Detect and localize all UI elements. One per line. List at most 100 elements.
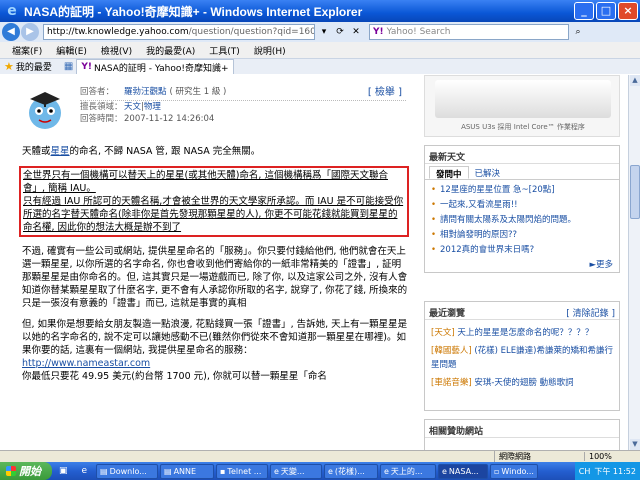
address-toolbar: ◀ ▶ http://tw.knowledge.yahoo.com/questi… [0,22,640,42]
menu-tools[interactable]: 工具(T) [209,44,240,57]
quick-launch: ▣ e [52,466,94,476]
list-item[interactable]: • 2012真的會世界末日嗎? [431,243,613,258]
stop-icon[interactable]: ✕ [349,24,363,40]
category-link-physics[interactable]: 物理 [144,101,161,113]
answer-paragraph-1: 天體或星星的命名, 不歸 NASA 管, 跟 NASA 完全無關。 [22,146,261,157]
list-item[interactable]: [韓國藝人] (花樣) ELE謙達)希謙萊的矯和希謙行星問題 [431,344,613,372]
menu-favorites[interactable]: 我的最愛(A) [146,44,195,57]
tab-solved[interactable]: 已解決 [469,166,507,179]
bullet-icon: • [431,200,437,210]
browser-tab[interactable]: Y! NASA的証明 - Yahoo!奇摩知識+ [76,59,234,74]
scroll-up-icon[interactable]: ▲ [630,75,640,86]
recently-viewed-panel: 最近瀏覽 [ 清除記錄 ] [天文] 天上的星星是怎麼命名的呢？？？？ [韓國藝… [424,301,620,411]
menu-edit[interactable]: 編輯(E) [56,44,87,57]
search-go-icon[interactable]: ⌕ [571,24,585,40]
taskbar-item-nasa[interactable]: e NASA... [438,463,488,479]
highlighted-paragraph: 全世界只有一個機構可以替天上的星星(或其他天體)命名, 這個機構稱爲「國際天文聯… [19,166,409,237]
category-link-astronomy[interactable]: 天文 [124,101,141,113]
latest-panel-title: 最新天文 [429,153,466,163]
windows-flag-icon [6,466,16,476]
search-input[interactable]: Y! Yahoo! Search [369,24,569,40]
ie-icon: e [384,466,389,476]
folder-icon: ▤ [100,466,108,476]
window-icon: ▫ [494,466,500,476]
menu-bar: 檔案(F) 編輯(E) 檢視(V) 我的最愛(A) 工具(T) 說明(H) [0,42,640,58]
report-link[interactable]: [ 檢舉 ] [368,83,402,98]
list-item[interactable]: • 12星座的星星位置 急~[20點] [431,183,613,198]
clock: 下午 11:52 [594,466,636,476]
terminal-icon: ▪ [220,466,226,476]
taskbar-item-anne[interactable]: ▤ ANNE [160,463,214,479]
favorites-star-icon[interactable]: ★ [4,60,14,73]
taskbar: 開始 ▣ e ▤ Downlo... ▤ ANNE ▪ Telnet ... e 天變.… [0,462,640,480]
list-item[interactable]: [車諾音樂] 安琪-天使的翅膀 動態歌詞 [431,376,613,390]
vertical-scrollbar[interactable]: ▲ ▼ [628,75,640,450]
bullet-icon: • [431,245,437,255]
scroll-thumb[interactable] [630,165,640,219]
ie-icon: e [274,466,279,476]
list-item[interactable]: • 請問有關太陽系及太陽閃焰的問題。 [431,213,613,228]
ie-quicklaunch-icon[interactable]: e [81,466,87,476]
start-button[interactable]: 開始 [0,462,52,480]
status-bar: 網際網路 100% [0,450,640,462]
respondent-level: ( 研究生 1 級 ) [169,87,227,97]
taskbar-item-browser-3[interactable]: e 天上的... [380,463,436,479]
address-input[interactable]: http://tw.knowledge.yahoo.com/question/q… [43,24,315,40]
bullet-icon: • [431,215,437,225]
favorites-label[interactable]: 我的最愛 [16,60,52,73]
answer-paragraph-4: 但, 如果你是想要給女朋友製造一點浪漫, 花點錢買一張「證書」, 告訴她, 天上… [22,319,408,382]
taskbar-item-windows[interactable]: ▫ Windo... [490,463,538,479]
sidebar-ad[interactable]: ASUS U3s 採用 Intel Core™ 作業程序 [424,75,620,137]
ie-icon: e [328,466,333,476]
sponsored-sites-panel: 相關贊助網站 [424,419,620,450]
folder-icon: ▤ [164,466,172,476]
taskbar-item-downloads[interactable]: ▤ Downlo... [96,463,158,479]
list-item[interactable]: [天文] 天上的星星是怎麼命名的呢？？？？ [431,326,613,340]
latest-astronomy-panel: 最新天文 發問中 已解決 • 12星座的星星位置 急~[20點] • 一起來,又看流… [424,145,620,273]
star-link[interactable]: 星星 [51,146,70,157]
system-tray: CH 下午 11:52 [574,462,640,480]
back-button[interactable]: ◀ [2,23,20,41]
menu-help[interactable]: 說明(H) [254,44,286,57]
answer-time: 2007-11-12 14:26:04 [124,114,215,124]
ie-icon: e [442,466,447,476]
maximize-button[interactable]: □ [596,2,616,20]
recent-panel-title: 最近瀏覽 [429,309,466,319]
menu-view[interactable]: 檢視(V) [101,44,132,57]
bullet-icon: • [431,230,437,240]
zoom-level[interactable]: 100% [584,452,640,461]
sponsor-panel-title: 相關贊助網站 [429,427,484,437]
forward-button[interactable]: ▶ [21,23,39,41]
bullet-icon: • [431,185,437,195]
window-title: NASA的証明 - Yahoo!奇摩知識+ - Windows Internet… [24,4,363,19]
nameastar-link[interactable]: http://www.nameastar.com [22,358,150,369]
favorites-bar: ★ 我的最愛 ▦ Y! NASA的証明 - Yahoo!奇摩知識+ [0,58,640,74]
close-button[interactable]: × [618,2,638,20]
show-desktop-icon[interactable]: ▣ [59,466,68,476]
list-item[interactable]: • 一起來,又看流星雨!! [431,198,613,213]
taskbar-item-browser-1[interactable]: e 天變... [270,463,322,479]
avatar [29,92,61,129]
page-content: 回答者： 羅勃汪觀點 ( 研究生 1 級 ) 擅長領域： 天文 | 物理 回答時… [0,75,628,450]
list-item[interactable]: • 相對論發明的原因?? [431,228,613,243]
title-bar: e NASA的証明 - Yahoo!奇摩知識+ - Windows Intern… [0,0,640,22]
address-dropdown-icon[interactable]: ▾ [317,24,331,40]
yahoo-favicon-icon: Y! [81,62,92,72]
language-indicator[interactable]: CH [579,467,591,476]
taskbar-item-browser-2[interactable]: e (花樣)... [324,463,378,479]
clear-history-link[interactable]: [ 清除記錄 ] [566,306,615,319]
answer-meta: 回答者： 羅勃汪觀點 ( 研究生 1 級 ) 擅長領域： 天文 | 物理 回答時… [80,86,227,124]
taskbar-item-telnet[interactable]: ▪ Telnet ... [216,463,268,479]
quick-tabs-icon[interactable]: ▦ [64,61,73,72]
meta-divider [80,100,406,101]
laptop-ad-image [435,80,611,118]
respondent-name-link[interactable]: 羅勃汪觀點 [124,86,167,98]
refresh-icon[interactable]: ⟳ [333,24,347,40]
menu-file[interactable]: 檔案(F) [12,44,42,57]
yahoo-search-logo: Y! [373,27,384,37]
minimize-button[interactable]: _ [574,2,594,20]
tab-asking[interactable]: 發問中 [429,166,469,180]
more-link[interactable]: ►更多 [425,258,619,270]
ie-logo-icon: e [7,3,17,19]
scroll-down-icon[interactable]: ▼ [630,439,640,450]
